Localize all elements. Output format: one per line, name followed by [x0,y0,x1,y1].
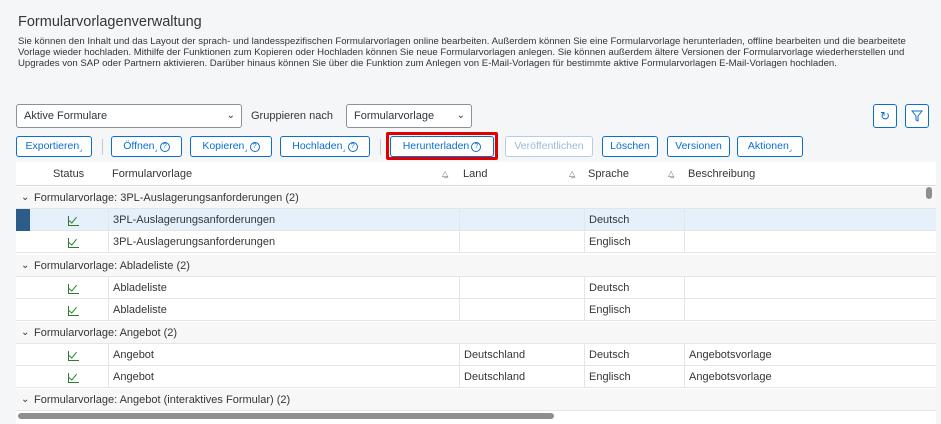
group-row[interactable]: ⌄ Formularvorlage: Angebot (2) [16,322,936,344]
publish-button[interactable]: Veröffentlichen [505,136,593,157]
chevron-down-icon[interactable]: ⌄ [21,187,29,209]
group-by-select[interactable]: Formularvorlage ⌄ [346,104,472,128]
sort-icon[interactable]: △̲ [442,162,448,186]
chevron-down-icon: ⌄ [456,110,465,121]
help-icon: ? [249,142,260,152]
copy-button[interactable]: Kopieren⌟? [190,136,272,157]
status-cell [34,344,112,366]
delete-button[interactable]: Löschen [602,136,658,157]
table-row[interactable]: Angebot Deutschland Deutsch Angebotsvorl… [16,344,936,366]
export-button[interactable]: Exportieren⌟ [16,136,92,157]
column-header-template[interactable]: Formularvorlage [112,162,192,186]
sort-icon[interactable]: △̲ [569,162,575,186]
column-header-status[interactable]: Status [53,162,84,186]
upload-button[interactable]: Hochladen⌟? [280,136,370,157]
status-cell [34,231,112,253]
check-icon [67,216,79,226]
actions-button[interactable]: Aktionen⌟ [737,136,803,157]
templates-table: Status Formularvorlage △̲ Land △̲ Sprach… [16,162,936,424]
filter-button[interactable] [905,104,929,128]
row-selector[interactable] [16,209,30,231]
view-select-value: Aktive Formulare [24,110,108,122]
view-select[interactable]: Aktive Formulare ⌄ [16,104,242,128]
group-by-select-value: Formularvorlage [354,110,435,122]
check-icon [67,238,79,248]
group-row[interactable]: ⌄ Formularvorlage: 3PL-Auslagerungsanfor… [16,187,936,209]
page-description: Sie können den Inhalt und das Layout der… [18,36,906,70]
table-row[interactable]: 3PL-Auslagerungsanforderungen Englisch [16,231,936,253]
vertical-scrollbar[interactable] [926,187,932,199]
help-icon: ? [159,142,170,152]
status-cell [34,277,112,299]
column-header-description[interactable]: Beschreibung [688,162,755,186]
group-row[interactable]: ⌄ Formularvorlage: Abladeliste (2) [16,255,936,277]
group-by-label: Gruppieren nach [251,110,333,122]
table-row[interactable]: 3PL-Auslagerungsanforderungen Deutsch [16,209,936,231]
status-cell [34,366,112,388]
chevron-down-icon: ⌄ [226,110,235,121]
chevron-down-icon[interactable]: ⌄ [21,322,29,344]
status-cell [34,299,112,321]
check-icon [67,351,79,361]
column-header-country[interactable]: Land [463,162,487,186]
group-row[interactable]: ⌄ Formularvorlage: Angebot (interaktives… [16,389,936,411]
table-header: Status Formularvorlage △̲ Land △̲ Sprach… [16,162,936,186]
refresh-button[interactable]: ↻ [873,104,897,128]
status-cell [34,209,112,231]
open-button[interactable]: Öffnen⌟? [111,136,182,157]
check-icon [67,306,79,316]
horizontal-scrollbar[interactable] [18,413,554,419]
table-row[interactable]: Abladeliste Deutsch [16,277,936,299]
help-icon: ? [347,142,358,152]
column-header-language[interactable]: Sprache [588,162,629,186]
filter-icon [911,110,923,122]
versions-button[interactable]: Versionen [667,136,730,157]
check-icon [67,284,79,294]
sort-icon[interactable]: △̲ [668,162,674,186]
chevron-down-icon[interactable]: ⌄ [21,389,29,411]
check-icon [67,373,79,383]
refresh-icon: ↻ [879,109,891,123]
chevron-down-icon[interactable]: ⌄ [21,255,29,277]
highlight-box [386,132,498,160]
table-row[interactable]: Angebot Deutschland Englisch Angebotsvor… [16,366,936,388]
page-title: Formularvorlagenverwaltung [18,14,202,30]
separator [380,139,381,155]
separator [102,139,103,155]
table-row[interactable]: Abladeliste Englisch [16,299,936,321]
